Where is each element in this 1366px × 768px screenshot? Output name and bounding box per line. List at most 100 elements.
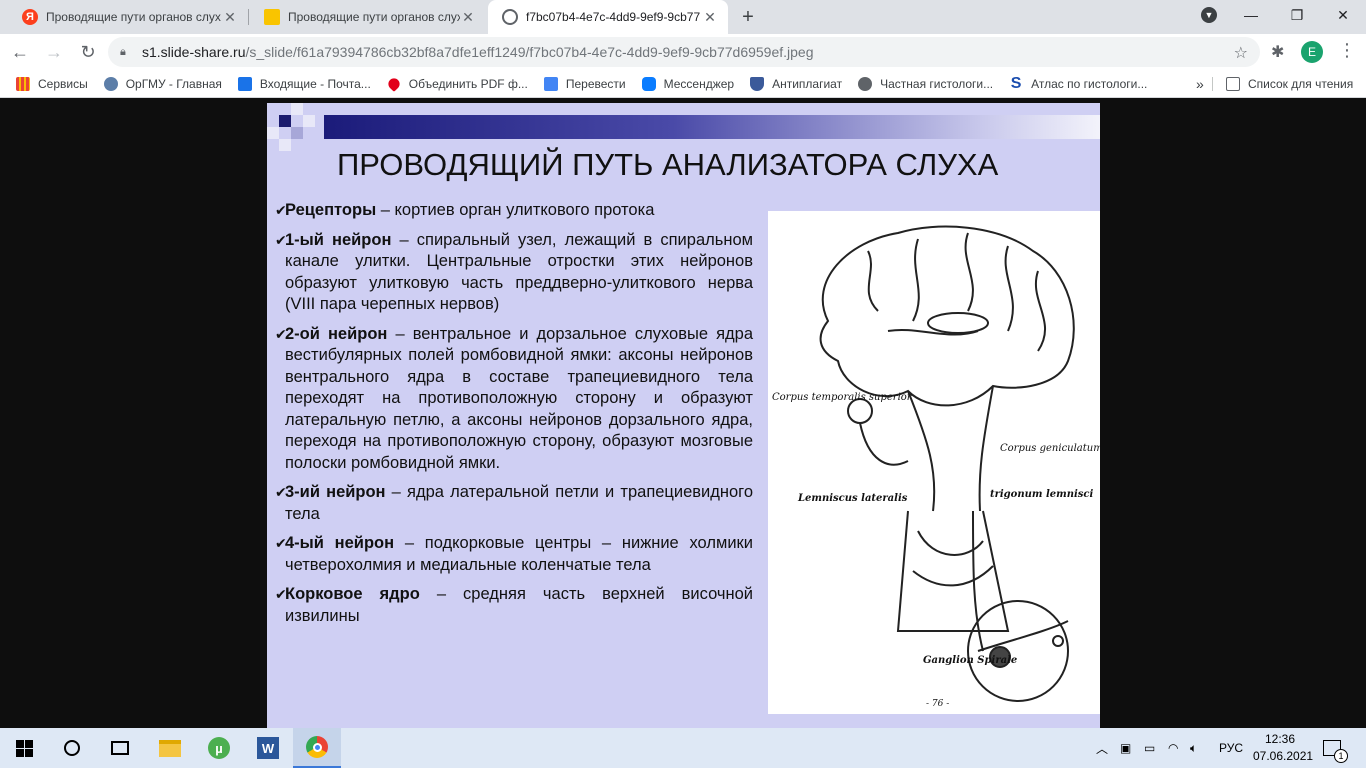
yandex-icon: Я bbox=[22, 9, 38, 25]
bullet-head: 1-ый нейрон bbox=[285, 230, 392, 249]
taskbar-clock[interactable]: 12:36 07.06.2021 bbox=[1253, 731, 1313, 765]
tab-1[interactable]: Я Проводящие пути органов слух ✕ bbox=[8, 0, 248, 34]
reload-button[interactable]: ↻ bbox=[76, 40, 100, 64]
close-window-button[interactable]: ✕ bbox=[1320, 0, 1366, 30]
wifi-icon: ◠ bbox=[1168, 741, 1179, 755]
new-tab-button[interactable]: + bbox=[737, 6, 759, 28]
s-logo-icon: S bbox=[1010, 74, 1022, 92]
bookmark-label: Входящие - Почта... bbox=[259, 76, 371, 91]
back-button[interactable]: ← bbox=[8, 40, 32, 64]
bookmark-label: ОрГМУ - Главная bbox=[125, 76, 222, 91]
header-band bbox=[324, 115, 1100, 139]
decor-square bbox=[291, 103, 303, 115]
toolbar: ← → ↻ 🔒︎ s1.slide-share.ru/s_slide/f61a7… bbox=[0, 34, 1366, 70]
tab-3-active[interactable]: f7bc07b4-4e7c-4dd9-9ef9-9cb77 ✕ bbox=[488, 0, 728, 34]
bookmark-label: Антиплагиат bbox=[772, 76, 843, 91]
slides-icon bbox=[264, 9, 280, 25]
start-button[interactable] bbox=[0, 728, 48, 768]
file-explorer-button[interactable] bbox=[146, 728, 194, 768]
decor-square bbox=[267, 127, 279, 139]
word-button[interactable]: W bbox=[244, 728, 292, 768]
clock-time: 12:36 bbox=[1264, 732, 1296, 746]
word-icon: W bbox=[257, 737, 279, 759]
bullet-text: – кортиев орган улиткового протока bbox=[376, 201, 655, 219]
bookmark-translate[interactable]: Перевести bbox=[536, 70, 634, 98]
messenger-icon bbox=[641, 76, 656, 91]
close-icon[interactable]: ✕ bbox=[222, 9, 238, 25]
tray-volume[interactable]: 🔈︎ bbox=[1190, 728, 1197, 768]
cortana-circle-icon bbox=[64, 740, 80, 756]
bookmark-label: Сервисы bbox=[38, 76, 88, 91]
tray-meet-now[interactable]: ▣ bbox=[1120, 728, 1131, 768]
tab-title: f7bc07b4-4e7c-4dd9-9ef9-9cb77 bbox=[526, 10, 701, 24]
speaker-icon: 🔈︎ bbox=[1190, 740, 1198, 755]
profile-avatar[interactable]: E bbox=[1301, 41, 1323, 63]
minimize-button[interactable]: — bbox=[1228, 0, 1274, 30]
bullet-head: 2-ой нейрон bbox=[285, 324, 388, 343]
globe-icon bbox=[858, 76, 873, 91]
bookmark-pdf[interactable]: Объединить PDF ф... bbox=[379, 70, 536, 98]
action-center-button[interactable]: 1 bbox=[1323, 728, 1348, 768]
orgmu-icon bbox=[103, 76, 118, 91]
menu-kebab-icon[interactable]: ⋮ bbox=[1338, 40, 1356, 61]
bullet-head: 4-ый нейрон bbox=[285, 534, 395, 552]
extensions-puzzle-icon[interactable]: ✱ bbox=[1271, 42, 1284, 62]
task-view-icon bbox=[111, 741, 129, 755]
bookmark-histology[interactable]: Частная гистологи... bbox=[850, 70, 1001, 98]
close-icon[interactable]: ✕ bbox=[702, 9, 718, 25]
bullet-item: ✔ 1-ый нейрон – спиральный узел, лежащий … bbox=[275, 230, 753, 316]
checkmark-icon: ✔ bbox=[275, 231, 287, 248]
bookmark-label: Мессенджер bbox=[663, 76, 735, 91]
tab-search-button[interactable]: ▼ bbox=[1186, 0, 1232, 30]
bookmark-label: Объединить PDF ф... bbox=[408, 76, 528, 91]
utorrent-icon: µ bbox=[208, 737, 230, 759]
lock-icon[interactable]: 🔒︎ bbox=[120, 46, 132, 59]
bookmark-star-icon[interactable]: ☆ bbox=[1234, 43, 1248, 63]
decor-square bbox=[279, 139, 291, 151]
battery-icon: ▭ bbox=[1144, 741, 1156, 755]
globe-icon bbox=[502, 9, 518, 25]
chrome-button[interactable] bbox=[293, 728, 341, 768]
tab-2[interactable]: Проводящие пути органов слух ✕ bbox=[250, 0, 486, 34]
bookmark-mail[interactable]: Входящие - Почта... bbox=[230, 70, 379, 98]
reading-list-label: Список для чтения bbox=[1248, 76, 1354, 91]
more-bookmarks-button[interactable]: » bbox=[1188, 70, 1212, 98]
chevron-down-icon: ▼ bbox=[1201, 7, 1217, 23]
taskbar: µ W ︿ ▣ ▭ ◠ 🔈︎ РУС 12:36 07.06.2021 1 bbox=[0, 728, 1366, 768]
utorrent-button[interactable]: µ bbox=[195, 728, 243, 768]
label-ganglion: Ganglion Spirale bbox=[923, 655, 1017, 666]
bookmark-antiplagiat[interactable]: Антиплагиат bbox=[742, 70, 850, 98]
heart-icon bbox=[385, 75, 402, 92]
bookmark-label: Перевести bbox=[565, 76, 626, 91]
checkmark-icon: ✔ bbox=[275, 586, 287, 602]
bookmark-atlas[interactable]: S Атлас по гистологи... bbox=[1001, 70, 1155, 98]
decor-square bbox=[291, 127, 303, 139]
search-button[interactable] bbox=[48, 728, 96, 768]
tray-language[interactable]: РУС bbox=[1219, 728, 1243, 768]
label-corpus-temporalis: Corpus temporalis superior bbox=[772, 392, 913, 403]
bookmark-orgmu[interactable]: ОрГМУ - Главная bbox=[96, 70, 230, 98]
bullet-item: ✔ 4-ый нейрон – подкорковые центры – нижн… bbox=[275, 533, 753, 576]
bookmarks-bar: Сервисы ОрГМУ - Главная Входящие - Почта… bbox=[0, 70, 1366, 98]
decor-square bbox=[279, 115, 291, 127]
tray-show-hidden[interactable]: ︿ bbox=[1096, 728, 1108, 768]
bookmark-label: Атлас по гистологи... bbox=[1031, 76, 1148, 91]
forward-button[interactable]: → bbox=[42, 40, 66, 64]
tray-battery[interactable]: ▭ bbox=[1144, 728, 1155, 768]
bookmark-messenger[interactable]: Мессенджер bbox=[634, 70, 742, 98]
page-viewport[interactable]: ПРОВОДЯЩИЙ ПУТЬ АНАЛИЗАТОРА СЛУХА ✔ Рецеп… bbox=[0, 98, 1366, 728]
chevron-up-icon: ︿ bbox=[1096, 741, 1109, 756]
bullet-head: 3-ий нейрон bbox=[285, 483, 386, 501]
close-icon[interactable]: ✕ bbox=[460, 9, 476, 25]
restore-button[interactable]: ❐ bbox=[1274, 0, 1320, 30]
bullet-item: ✔ 3-ий нейрон – ядра латеральной петли и … bbox=[275, 482, 753, 525]
address-bar[interactable]: 🔒︎ s1.slide-share.ru/s_slide/f61a7939478… bbox=[108, 37, 1260, 67]
reading-list-button[interactable]: Список для чтения bbox=[1218, 70, 1361, 98]
bookmark-services[interactable]: Сервисы bbox=[8, 70, 96, 98]
bullet-item: ✔ Рецепторы – кортиев орган улиткового пр… bbox=[275, 200, 753, 222]
slide-title: ПРОВОДЯЩИЙ ПУТЬ АНАЛИЗАТОРА СЛУХА bbox=[337, 147, 999, 182]
tab-title: Проводящие пути органов слух bbox=[46, 10, 221, 24]
tray-wifi[interactable]: ◠ bbox=[1168, 728, 1178, 768]
task-view-button[interactable] bbox=[96, 728, 144, 768]
slide-image: ПРОВОДЯЩИЙ ПУТЬ АНАЛИЗАТОРА СЛУХА ✔ Рецеп… bbox=[267, 103, 1100, 728]
